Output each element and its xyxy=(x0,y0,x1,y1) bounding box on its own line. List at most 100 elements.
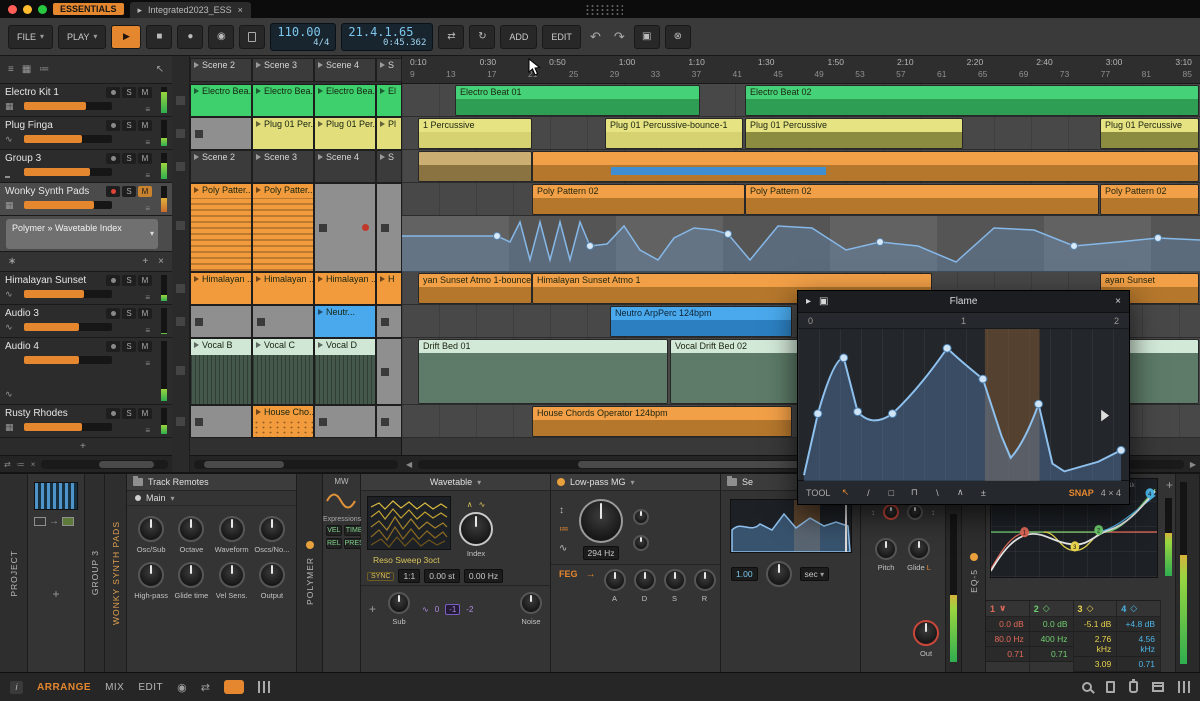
filter-type[interactable]: Low-pass MG xyxy=(570,477,626,487)
release-knob[interactable] xyxy=(693,569,716,591)
file-menu-button[interactable]: FILE ▾ xyxy=(8,24,54,49)
remote-knob[interactable] xyxy=(258,516,285,542)
redo-button[interactable]: ↷ xyxy=(610,27,629,47)
add-button[interactable]: + xyxy=(28,587,84,601)
search-icon[interactable] xyxy=(1082,682,1092,692)
noise-knob[interactable] xyxy=(520,592,542,614)
clip-slot[interactable]: Himalayan ... xyxy=(190,272,252,305)
group-scene-slot[interactable]: S xyxy=(376,150,402,183)
tempo-value[interactable]: 110.00 xyxy=(277,26,329,38)
remote-knob[interactable] xyxy=(138,562,165,588)
track-volume-fader[interactable] xyxy=(24,323,112,331)
arranger-clip[interactable]: Poly Pattern 02 xyxy=(532,184,745,215)
clip-slot[interactable]: Electro Bea... xyxy=(190,84,252,117)
clip-slot[interactable]: Poly Patter... xyxy=(190,183,252,272)
stop-clips-button[interactable] xyxy=(176,366,185,375)
clip-slot[interactable]: Neutr... xyxy=(314,305,376,338)
empty-clip-slot[interactable] xyxy=(190,117,252,150)
link-icon[interactable]: ⇄ xyxy=(201,681,210,694)
clip-slot[interactable]: Vocal D xyxy=(314,338,376,405)
arranger-clip[interactable]: House Chords Operator 124bpm xyxy=(532,406,792,437)
eq-band-4[interactable]: 4 ◇ +4.8 dB 4.56 kHz 0.71 xyxy=(1117,601,1161,672)
remote-knob[interactable] xyxy=(218,516,245,542)
scrollbar-track[interactable] xyxy=(41,459,168,469)
track-mute-button[interactable]: M xyxy=(138,308,152,319)
wave-icon[interactable]: ∿ xyxy=(559,543,569,554)
line-tool-icon[interactable]: \ xyxy=(929,488,945,498)
expression-rel[interactable]: REL xyxy=(326,538,342,549)
collections-icon[interactable] xyxy=(1129,679,1138,693)
band-q[interactable]: 0.71 xyxy=(986,647,1029,662)
remove-remote-icon[interactable]: × xyxy=(158,256,164,267)
group-scene-slot[interactable]: Scene 4 xyxy=(314,150,376,183)
track-arm-button[interactable] xyxy=(106,186,120,197)
out-knob[interactable] xyxy=(913,620,939,646)
triangle-tool-icon[interactable]: ∧ xyxy=(952,487,968,498)
clip-slot[interactable]: Himalayan ... xyxy=(252,272,314,305)
plusminus-tool-icon[interactable]: ± xyxy=(975,488,991,498)
eq-band-3[interactable]: 3 ◇ -5.1 dB 2.76 kHz 3.09 xyxy=(1073,601,1118,672)
track-solo-button[interactable]: S xyxy=(122,408,136,419)
track-volume-fader[interactable] xyxy=(24,201,112,209)
scene-header[interactable]: Scene 2 xyxy=(190,58,252,82)
time-value[interactable]: 1.00 xyxy=(731,567,758,581)
arranger-clip[interactable]: Electro Beat 02 xyxy=(745,85,1199,116)
drive-icon[interactable]: ≔ xyxy=(559,524,569,535)
band-freq[interactable]: 80.0 Hz xyxy=(986,632,1029,647)
track-menu-icon[interactable]: ≡ xyxy=(145,204,150,213)
tempo-display[interactable]: 110.00 4/4 xyxy=(270,22,337,51)
track-row-group-3[interactable]: Group 3 SM ≡ xyxy=(0,150,172,183)
scrollbar-handle[interactable] xyxy=(578,460,809,468)
band-gain[interactable]: 0.0 dB xyxy=(1029,617,1073,632)
arranger-clip[interactable]: yan Sunset Atmo 1-bounce- xyxy=(418,273,532,304)
wavetable-display[interactable] xyxy=(367,496,451,550)
zoom-window-button[interactable] xyxy=(38,4,47,14)
eq-band-1[interactable]: 1 ∨ 0.0 dB 80.0 Hz 0.71 xyxy=(986,601,1030,672)
arranger-clip[interactable]: Neutro ArpPerc 124bpm xyxy=(610,306,792,337)
scrollbar-track[interactable] xyxy=(194,459,398,469)
fx-mix-knob[interactable] xyxy=(907,504,923,520)
stop-clips-button[interactable] xyxy=(176,284,185,293)
clip-slot[interactable]: House Cho... xyxy=(252,405,314,438)
band-q[interactable]: 3.09 xyxy=(1073,657,1117,672)
pencil-tool-icon[interactable]: / xyxy=(860,488,876,498)
track-menu-icon[interactable]: ≡ xyxy=(145,105,150,114)
empty-clip-slot[interactable] xyxy=(314,405,376,438)
stop-clips-button[interactable] xyxy=(176,221,185,230)
track-row-rusty-rhodes[interactable]: Rusty Rhodes ▦ SM ≡ xyxy=(0,405,172,438)
clip-slot[interactable]: Pl xyxy=(376,117,402,150)
flame-automation-window[interactable]: ▸ ▣ Flame × 012 TOOL ↖ / □ ⊓ \ ∧ ± SNAP … xyxy=(797,290,1130,505)
track-menu-icon[interactable]: ≡ xyxy=(145,359,150,368)
track-mute-button[interactable]: M xyxy=(138,408,152,419)
track-mute-button[interactable]: M xyxy=(138,186,152,197)
window-menu-icon[interactable]: ▸ xyxy=(806,296,811,307)
project-panel-tab[interactable]: PROJECT xyxy=(0,474,28,672)
group-track-tab[interactable]: GROUP 3 xyxy=(85,474,105,672)
undo-button[interactable]: ↶ xyxy=(586,27,605,47)
sub-octave-selector[interactable]: ∿ 0 -1 -2 xyxy=(422,603,476,615)
automation-lane[interactable] xyxy=(402,216,1200,272)
tab-mix[interactable]: MIX xyxy=(105,682,124,693)
mixer-toggle-icon[interactable] xyxy=(257,681,270,693)
scene-header[interactable]: Scene 3 xyxy=(252,58,314,82)
track-arm-button[interactable] xyxy=(106,408,120,419)
expression-vel[interactable]: VEL xyxy=(326,525,342,536)
clip-launcher-toggle[interactable] xyxy=(223,680,244,694)
timeline-ruler[interactable]: 0:10 0:30 0:50 1:00 1:10 1:30 1:50 2:10 2:20 2:40… xyxy=(402,56,1200,84)
track-arm-button[interactable] xyxy=(106,153,120,164)
copy-button[interactable]: ▣ xyxy=(633,24,660,49)
close-window-icon[interactable]: × xyxy=(1115,296,1121,307)
osc-semitone-value[interactable]: 0.00 st xyxy=(424,569,460,583)
track-row-audio-3[interactable]: Audio 3 ∿ SM ≡ xyxy=(0,305,172,338)
envelope-display[interactable] xyxy=(729,499,852,553)
stop-clips-button[interactable] xyxy=(176,129,185,138)
track-volume-fader[interactable] xyxy=(24,290,112,298)
attack-knob[interactable] xyxy=(603,569,626,591)
clip-slot[interactable]: H xyxy=(376,272,402,305)
cutoff-knob[interactable] xyxy=(579,499,623,543)
list-icon[interactable]: ≔ xyxy=(17,460,25,469)
pointer-tool-icon[interactable]: ↖ xyxy=(156,64,164,75)
close-icon[interactable]: × xyxy=(31,460,36,469)
stop-button[interactable]: ■ xyxy=(146,24,173,49)
clip-slot[interactable]: Himalayan ... xyxy=(314,272,376,305)
